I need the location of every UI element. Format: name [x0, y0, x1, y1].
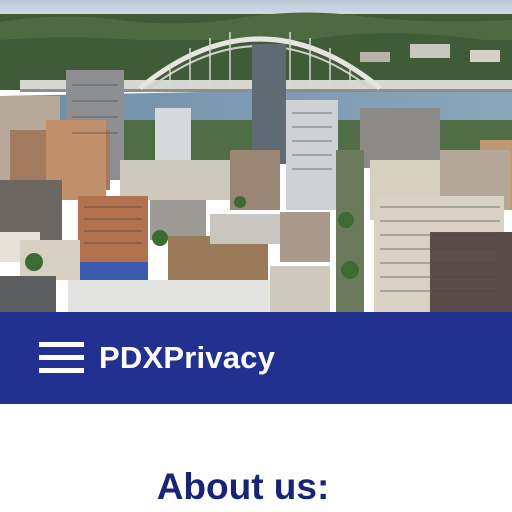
page: PDXPrivacy About us: [0, 0, 512, 512]
about-us-heading: About us: [156, 466, 330, 507]
menu-bar-bottom [39, 368, 84, 373]
menu-bar-middle [39, 355, 84, 360]
top-navbar: PDXPrivacy [0, 312, 512, 404]
main-content: About us: [0, 404, 512, 512]
hamburger-menu-icon[interactable] [39, 342, 85, 374]
hero-image [0, 0, 512, 312]
site-brand-link[interactable]: PDXPrivacy [99, 339, 275, 377]
menu-bar-top [39, 342, 84, 347]
